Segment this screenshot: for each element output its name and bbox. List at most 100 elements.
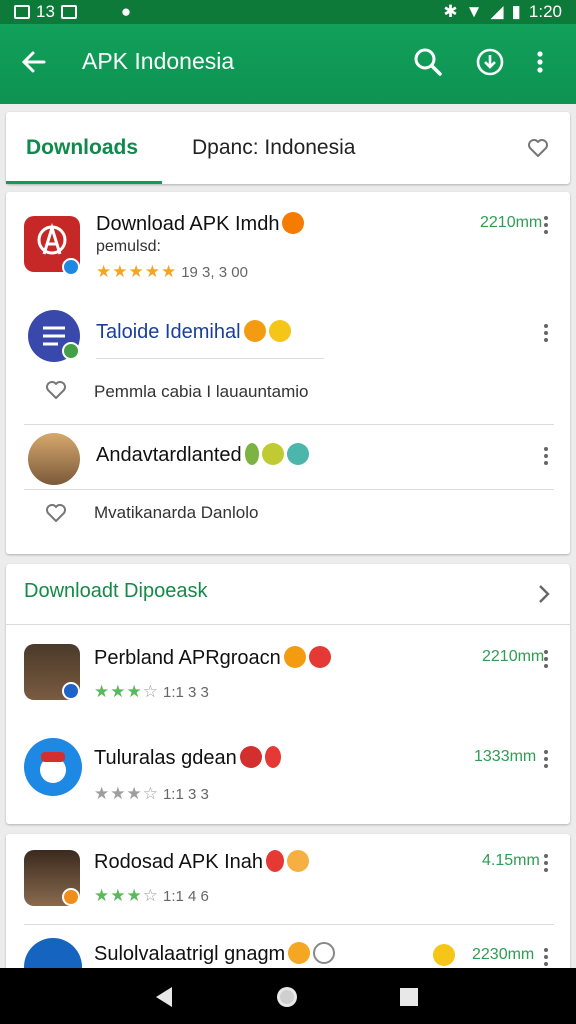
more-vert-icon[interactable] bbox=[540, 445, 552, 467]
item-subtitle: Mvatikanarda Danlolo bbox=[94, 503, 259, 522]
app-name-text: Andavtardlanted bbox=[96, 444, 242, 466]
emoji-icon bbox=[313, 942, 336, 964]
wifi-icon: ▼ bbox=[465, 2, 483, 21]
image-notif-icon bbox=[14, 5, 30, 19]
app-name-text: Download APK Imdh bbox=[96, 213, 280, 235]
badge-icon bbox=[62, 342, 80, 360]
app-name: Taloide Idemihal bbox=[96, 320, 291, 344]
app-name: Perbland APRgroacn bbox=[94, 646, 331, 670]
emoji-icon bbox=[239, 746, 262, 768]
divider bbox=[24, 489, 554, 490]
system-nav-bar bbox=[0, 968, 576, 1024]
emoji-icon bbox=[287, 850, 310, 872]
list-item[interactable]: Andavtardlanted Mvatikanarda Danlolo bbox=[6, 425, 570, 553]
list-item[interactable]: Tuluralas gdean ★★★☆ 1:1 3 3 1333mm bbox=[6, 724, 570, 824]
app-size: 1333mm bbox=[474, 748, 537, 765]
app-size: 2210mm bbox=[480, 214, 543, 231]
app-name: Sulolvalaatrigl gnagm bbox=[94, 942, 336, 966]
more-vert-icon[interactable] bbox=[540, 852, 552, 874]
signal-icon: ◢ bbox=[490, 2, 504, 21]
app-name: Andavtardlanted bbox=[96, 443, 309, 467]
rating-stars: ★★★☆ 1:1 3 3 bbox=[94, 682, 209, 701]
more-vert-icon[interactable] bbox=[540, 648, 552, 670]
app-name: Tuluralas gdean bbox=[94, 746, 281, 770]
app-icon bbox=[24, 738, 82, 796]
app-name-text: Rodosad APK Inah bbox=[94, 851, 264, 873]
item-subtitle: Pemmla cabia I lauauntamio bbox=[94, 382, 309, 401]
emoji-icon bbox=[283, 646, 306, 668]
badge-icon bbox=[62, 682, 80, 700]
app-name-text: Perbland APRgroacn bbox=[94, 647, 281, 669]
badge-icon bbox=[62, 888, 80, 906]
gallery-notif-icon bbox=[60, 5, 77, 19]
list-item[interactable]: Sulolvalaatrigl gnagm 2230mm bbox=[6, 926, 570, 996]
status-bar: 13 ● ✱ ▼ ◢ ▮ 1:20 bbox=[0, 0, 576, 24]
nav-back-icon[interactable] bbox=[152, 984, 178, 1010]
heart-outline-icon[interactable] bbox=[526, 136, 550, 160]
heart-outline-icon[interactable] bbox=[44, 501, 68, 525]
more-vert-icon[interactable] bbox=[540, 322, 552, 344]
app-size: 2230mm bbox=[472, 946, 535, 963]
rating-stars: ★★★☆ 1:1 3 3 bbox=[94, 784, 209, 803]
app-name-text: Sulolvalaatrigl gnagm bbox=[94, 943, 286, 965]
emoji-icon bbox=[286, 443, 309, 465]
search-icon[interactable] bbox=[410, 44, 446, 80]
rating-count: 19 3, 3 00 bbox=[181, 264, 248, 281]
more-vert-icon[interactable] bbox=[530, 44, 550, 80]
emoji-icon bbox=[244, 443, 259, 465]
tab-downloads[interactable]: Downloads bbox=[6, 112, 162, 184]
heart-outline-icon[interactable] bbox=[44, 378, 68, 402]
chevron-right-icon[interactable] bbox=[534, 582, 554, 606]
nav-recents-icon[interactable] bbox=[396, 984, 422, 1010]
clock: 1:20 bbox=[528, 2, 562, 21]
app-name-text: Taloide Idemihal bbox=[96, 321, 241, 343]
rating-count: 1:1 3 3 bbox=[162, 684, 209, 701]
tab-bar: Downloads Dpanc: Indonesia bbox=[6, 112, 570, 184]
section-card: Downloadt Dipoeask Perbland APRgroacn ★★… bbox=[6, 564, 570, 824]
divider bbox=[24, 924, 554, 925]
divider bbox=[96, 358, 324, 359]
emoji-icon bbox=[261, 443, 284, 465]
dot-notif-icon: ● bbox=[120, 2, 132, 21]
more-vert-icon[interactable] bbox=[540, 214, 552, 236]
emoji-icon bbox=[282, 212, 305, 234]
emoji-icon bbox=[433, 944, 455, 966]
rating-count: 1:1 4 6 bbox=[162, 888, 209, 905]
emoji-icon bbox=[308, 646, 331, 668]
app-size: 2210mm bbox=[482, 648, 545, 665]
app-name: Rodosad APK Inah bbox=[94, 850, 310, 874]
download-icon[interactable] bbox=[472, 44, 508, 80]
rating-stars: ★★★☆ 1:1 4 6 bbox=[94, 886, 209, 905]
section-card: Rodosad APK Inah ★★★☆ 1:1 4 6 4.15mm Sulo… bbox=[6, 834, 570, 996]
list-item[interactable]: Download APK Imdh pemulsd: ★★★★★ 19 3, 3 … bbox=[6, 192, 570, 296]
list-item[interactable]: Taloide Idemihal Pemmla cabia I lauaunta… bbox=[6, 296, 570, 424]
app-bar: APK Indonesia bbox=[0, 24, 576, 104]
rating-count: 1:1 3 3 bbox=[162, 786, 209, 803]
heart-emoji-icon bbox=[266, 850, 285, 872]
emoji-icon bbox=[288, 942, 311, 964]
app-size: 4.15mm bbox=[482, 852, 540, 869]
rating-stars: ★★★★★ 19 3, 3 00 bbox=[96, 262, 248, 281]
publisher: pemulsd: bbox=[96, 238, 161, 255]
tab-downloads-label: Downloads bbox=[26, 136, 139, 159]
tab-other[interactable]: Dpanc: Indonesia bbox=[192, 136, 355, 160]
more-vert-icon[interactable] bbox=[540, 748, 552, 770]
back-arrow-icon[interactable] bbox=[18, 44, 50, 80]
list-item[interactable]: Rodosad APK Inah ★★★☆ 1:1 4 6 4.15mm bbox=[6, 834, 570, 932]
nav-home-icon[interactable] bbox=[274, 984, 300, 1010]
badge-icon bbox=[62, 258, 80, 276]
app-name-text: Tuluralas gdean bbox=[94, 747, 237, 769]
emoji-icon bbox=[243, 320, 266, 342]
battery-icon: ▮ bbox=[511, 2, 521, 21]
section-title[interactable]: Downloadt Dipoeask bbox=[24, 580, 207, 603]
more-vert-icon[interactable] bbox=[540, 946, 552, 968]
list-item[interactable]: Perbland APRgroacn ★★★☆ 1:1 3 3 2210mm bbox=[6, 624, 570, 724]
emoji-icon bbox=[268, 320, 291, 342]
bluetooth-icon: ✱ bbox=[443, 2, 458, 21]
app-name: Download APK Imdh bbox=[96, 212, 305, 236]
notification-count: 13 bbox=[36, 2, 55, 21]
downloads-card: Download APK Imdh pemulsd: ★★★★★ 19 3, 3 … bbox=[6, 192, 570, 554]
heart-emoji-icon bbox=[264, 746, 281, 768]
page-title: APK Indonesia bbox=[82, 48, 235, 74]
photo-app-icon bbox=[28, 433, 80, 485]
